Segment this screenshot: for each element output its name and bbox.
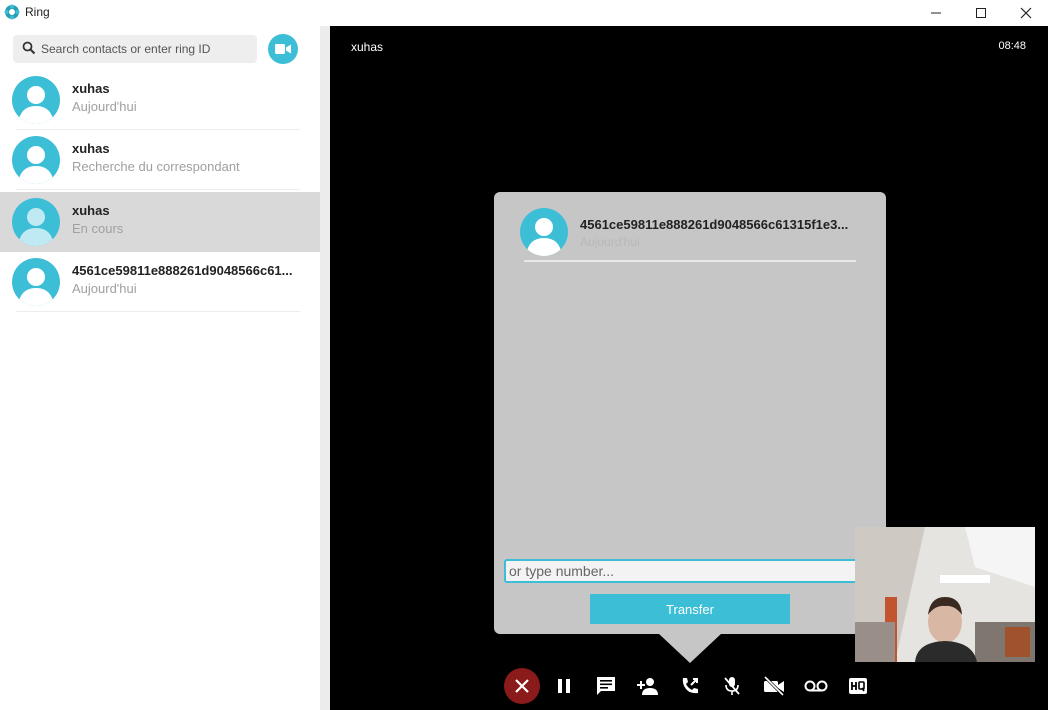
search-icon	[22, 41, 36, 55]
app-title: Ring	[25, 5, 50, 19]
contact-name: xuhas	[72, 203, 110, 218]
maximize-icon	[976, 8, 986, 18]
pause-button[interactable]	[546, 668, 582, 704]
search-box	[13, 35, 257, 63]
video-off-icon	[763, 676, 785, 696]
popup-pointer	[658, 633, 722, 663]
self-video-preview[interactable]	[855, 527, 1035, 662]
contact-item-selected[interactable]: xuhas En cours	[0, 192, 320, 252]
contact-status: Aujourd'hui	[72, 281, 137, 296]
divider	[16, 311, 300, 312]
divider	[524, 260, 856, 262]
avatar-icon	[12, 76, 60, 124]
close-icon	[1020, 7, 1032, 19]
add-participant-icon	[637, 678, 658, 695]
hangup-icon	[515, 679, 529, 693]
call-peer-name: xuhas	[351, 40, 384, 54]
add-participant-button[interactable]	[630, 668, 666, 704]
transfer-call-button[interactable]	[672, 668, 708, 704]
contact-status: Aujourd'hui	[72, 99, 137, 114]
title-bar: Ring	[0, 0, 1048, 26]
avatar-icon	[12, 136, 60, 184]
camera-feed-image	[855, 527, 1035, 662]
mute-mic-button[interactable]	[714, 668, 750, 704]
mute-mic-icon	[724, 677, 740, 695]
contact-item[interactable]: 4561ce59811e888261d9048566c61... Aujourd…	[0, 252, 320, 312]
minimize-button[interactable]	[913, 0, 959, 26]
avatar-icon	[12, 258, 60, 306]
transfer-contact-name: 4561ce59811e888261d9048566c61315f1e3...	[580, 217, 849, 232]
contact-name: 4561ce59811e888261d9048566c61...	[72, 263, 293, 278]
chat-button[interactable]	[588, 668, 624, 704]
transfer-button[interactable]: Transfer	[590, 594, 790, 624]
hq-quality-button[interactable]	[840, 668, 876, 704]
sidebar-splitter[interactable]	[320, 26, 330, 710]
contact-item[interactable]: xuhas Aujourd'hui	[0, 70, 320, 130]
divider	[16, 189, 300, 190]
video-call-button[interactable]	[268, 34, 298, 64]
contact-status: En cours	[72, 221, 124, 236]
pause-icon	[558, 679, 570, 693]
sidebar: xuhas Aujourd'hui xuhas Recherche du cor…	[0, 26, 320, 710]
video-off-button[interactable]	[756, 668, 792, 704]
contact-name: xuhas	[72, 81, 110, 96]
video-camera-icon	[275, 44, 291, 54]
avatar-icon	[520, 208, 568, 256]
maximize-button[interactable]	[958, 0, 1004, 26]
chat-icon	[597, 677, 615, 695]
hq-quality-icon	[849, 678, 867, 694]
minimize-icon	[931, 12, 941, 14]
call-view: xuhas 08:48 4561ce59811e888261d9048566c6…	[330, 26, 1048, 710]
contact-status: Recherche du correspondant	[72, 159, 240, 174]
search-input[interactable]	[41, 35, 251, 63]
transfer-number-input[interactable]	[504, 559, 876, 583]
transfer-popup: 4561ce59811e888261d9048566c61315f1e3... …	[494, 192, 886, 634]
voicemail-record-icon	[804, 680, 828, 692]
avatar-icon	[12, 198, 60, 246]
contact-name: xuhas	[72, 141, 110, 156]
contact-item[interactable]: xuhas Recherche du correspondant	[0, 130, 320, 190]
call-timer: 08:48	[998, 40, 1026, 52]
record-button[interactable]	[798, 668, 834, 704]
transfer-contact-status: Aujourd'hui	[580, 235, 640, 249]
ring-logo-icon	[4, 4, 20, 20]
hangup-button[interactable]	[504, 668, 540, 704]
close-window-button[interactable]	[1003, 0, 1048, 26]
transfer-call-icon	[682, 678, 698, 694]
